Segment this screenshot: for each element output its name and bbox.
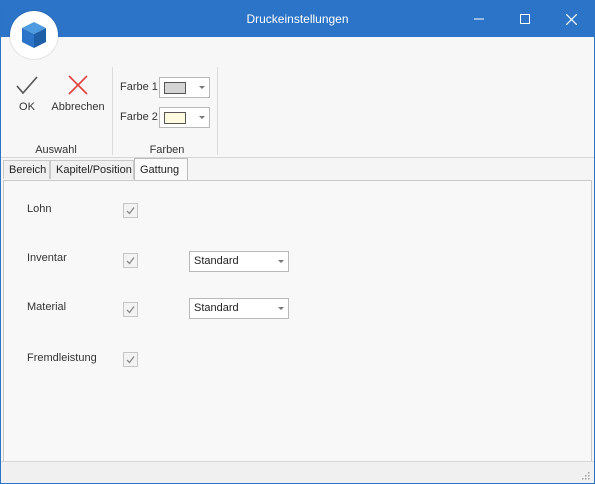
group-divider bbox=[217, 67, 218, 155]
farbe1-label: Farbe 1 bbox=[120, 81, 158, 93]
farbe2-label: Farbe 2 bbox=[120, 111, 158, 123]
inventar-label: Inventar bbox=[27, 252, 67, 264]
resize-grip-icon[interactable] bbox=[581, 471, 590, 480]
check-icon bbox=[126, 257, 135, 265]
maximize-button[interactable] bbox=[502, 1, 548, 37]
material-label: Material bbox=[27, 301, 67, 313]
tab-bereich[interactable]: Bereich bbox=[3, 160, 50, 179]
cancel-button[interactable]: Abbrechen bbox=[49, 75, 107, 113]
maximize-icon bbox=[520, 14, 530, 24]
chevron-down-icon bbox=[199, 116, 205, 119]
chevron-down-icon bbox=[278, 260, 284, 263]
cube-icon bbox=[22, 22, 46, 48]
cancel-label: Abbrechen bbox=[51, 101, 105, 113]
inventar-select-value: Standard bbox=[194, 255, 239, 267]
close-button[interactable] bbox=[548, 1, 594, 37]
cancel-x-icon bbox=[68, 75, 88, 95]
close-icon bbox=[565, 13, 577, 25]
farbe1-swatch bbox=[164, 82, 186, 94]
ribbon: OK Abbrechen Auswahl Farbe 1 Farbe 2 Far… bbox=[1, 37, 594, 158]
ok-label: OK bbox=[19, 101, 35, 113]
gattung-panel: Lohn Inventar Standard Material Standard… bbox=[3, 180, 592, 462]
check-icon bbox=[126, 306, 135, 314]
material-select[interactable]: Standard bbox=[189, 298, 289, 319]
farbe2-swatch bbox=[164, 112, 186, 124]
check-icon bbox=[126, 356, 135, 364]
inventar-checkbox[interactable] bbox=[123, 253, 138, 268]
ok-button[interactable]: OK bbox=[11, 75, 43, 113]
group-divider bbox=[112, 67, 113, 155]
group-label-farben: Farben bbox=[149, 144, 185, 156]
chevron-down-icon bbox=[278, 307, 284, 310]
lohn-label: Lohn bbox=[27, 203, 52, 215]
tab-strip: Bereich Kapitel/Position Gattung bbox=[1, 158, 594, 180]
minimize-button[interactable] bbox=[456, 1, 502, 37]
material-checkbox[interactable] bbox=[123, 302, 138, 317]
app-logo bbox=[10, 11, 58, 59]
dialog-window: Druckeinstellungen OK Abbrechen Auswahl … bbox=[0, 0, 595, 484]
title-bar[interactable]: Druckeinstellungen bbox=[1, 1, 594, 37]
inventar-select[interactable]: Standard bbox=[189, 251, 289, 272]
chevron-down-icon bbox=[199, 86, 205, 89]
fremdleistung-checkbox[interactable] bbox=[123, 352, 138, 367]
farbe1-color-picker[interactable] bbox=[159, 77, 210, 98]
tab-gattung[interactable]: Gattung bbox=[134, 158, 188, 180]
check-icon bbox=[16, 76, 38, 95]
status-bar bbox=[1, 461, 594, 483]
lohn-checkbox[interactable] bbox=[123, 203, 138, 218]
farbe2-color-picker[interactable] bbox=[159, 107, 210, 128]
minimize-icon bbox=[474, 18, 484, 20]
fremdleistung-label: Fremdleistung bbox=[27, 352, 97, 364]
check-icon bbox=[126, 207, 135, 215]
material-select-value: Standard bbox=[194, 302, 239, 314]
tab-kapitel-position[interactable]: Kapitel/Position bbox=[50, 160, 134, 179]
group-label-auswahl: Auswahl bbox=[35, 144, 77, 156]
